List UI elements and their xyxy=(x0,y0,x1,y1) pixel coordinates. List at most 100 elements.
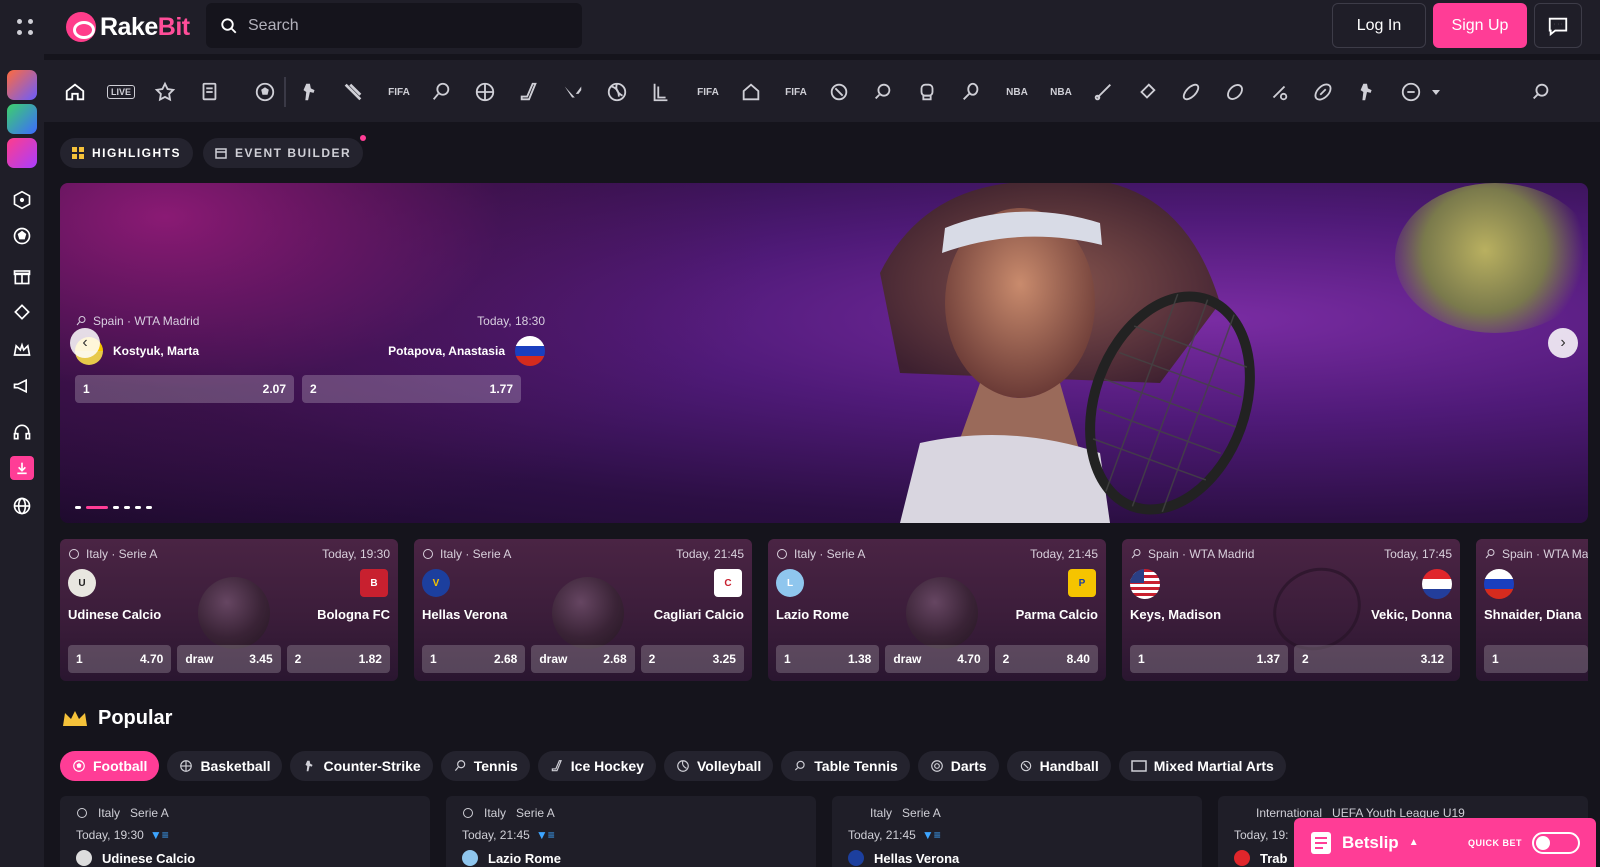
football-icon[interactable] xyxy=(252,79,278,105)
hero-away-team[interactable]: Potapova, Anastasia xyxy=(388,336,545,366)
apps-menu-icon[interactable] xyxy=(14,16,36,38)
live-icon[interactable]: LIVE xyxy=(106,79,136,105)
signup-button[interactable]: Sign Up xyxy=(1433,3,1527,48)
aussie-rules-icon[interactable] xyxy=(1222,79,1248,105)
quick-bet-toggle[interactable] xyxy=(1532,831,1580,854)
event-card[interactable]: Spain · WTA Madrid Today, 17:45 Keys, Ma… xyxy=(1122,539,1460,681)
search-input[interactable] xyxy=(248,16,548,35)
table-tennis-icon[interactable] xyxy=(870,79,896,105)
counter-strike-icon[interactable] xyxy=(296,79,322,105)
globe-icon[interactable] xyxy=(10,494,34,518)
carousel-dot[interactable] xyxy=(75,506,81,509)
carousel-dot[interactable] xyxy=(124,506,130,509)
cricket-icon[interactable] xyxy=(1090,79,1116,105)
brand-logo[interactable]: RakeBit xyxy=(66,10,190,44)
match-card[interactable]: Italy Serie A Today, 21:45 ▼≡ Lazio Rome xyxy=(446,796,816,867)
chevron-down-icon[interactable] xyxy=(1430,79,1442,105)
nba-2k-icon[interactable]: NBA xyxy=(1002,79,1032,105)
match-card[interactable]: Italy Serie A Today, 19:30 ▼≡ Udinese Calc… xyxy=(60,796,430,867)
badminton-icon[interactable] xyxy=(1134,79,1160,105)
esports-house-icon[interactable] xyxy=(738,79,764,105)
brand-name: RakeBit xyxy=(100,12,190,41)
carousel-dot[interactable] xyxy=(113,506,119,509)
ice-hockey-icon[interactable] xyxy=(516,79,542,105)
esports-shooter-icon[interactable] xyxy=(1354,79,1380,105)
ticket-icon[interactable] xyxy=(10,300,34,324)
chip-tennis[interactable]: Tennis xyxy=(440,751,530,781)
crown-icon[interactable] xyxy=(10,338,34,362)
esports-tennis-icon[interactable] xyxy=(958,79,984,105)
download-icon[interactable] xyxy=(10,456,34,480)
odd-button[interactable]: 1 1.38 xyxy=(776,645,880,673)
more-sports-icon[interactable] xyxy=(1398,79,1424,105)
chip-table-tennis[interactable]: Table Tennis xyxy=(781,751,910,781)
chip-volleyball[interactable]: Volleyball xyxy=(663,751,774,781)
tennis-icon[interactable] xyxy=(428,79,454,105)
volta-fifa-icon[interactable]: FIFA xyxy=(692,79,724,105)
tab-event-builder[interactable]: EVENT BUILDER xyxy=(203,135,367,168)
headset-icon[interactable] xyxy=(10,420,34,444)
event-card[interactable]: Italy · Serie A Today, 21:45 L P Lazio R… xyxy=(768,539,1106,681)
odd-button[interactable]: 2 1.82 xyxy=(286,645,390,673)
sport-search-icon[interactable] xyxy=(1528,79,1554,105)
basketball-icon[interactable] xyxy=(472,79,498,105)
odd-button[interactable]: 2 3.25 xyxy=(640,645,744,673)
hero-banner[interactable]: Spain · WTA Madrid Today, 18:30 Kostyuk,… xyxy=(60,183,1588,523)
chip-darts[interactable]: Darts xyxy=(917,751,999,781)
sports-ball-icon[interactable] xyxy=(10,224,34,248)
event-card[interactable]: Italy · Serie A Today, 19:30 U B Udinese… xyxy=(60,539,398,681)
league-of-legends-icon[interactable] xyxy=(648,79,674,105)
odd-button[interactable]: 1 2.68 xyxy=(422,645,526,673)
odd-button[interactable]: 1 xyxy=(1484,645,1588,673)
odd-button[interactable]: draw 4.70 xyxy=(885,645,989,673)
esports-boxing-icon[interactable] xyxy=(914,79,940,105)
odd-button[interactable]: 2 8.40 xyxy=(994,645,1098,673)
fifa-icon[interactable]: FIFA xyxy=(384,79,414,105)
login-button[interactable]: Log In xyxy=(1332,3,1426,48)
american-football-icon[interactable] xyxy=(1310,79,1336,105)
betslip-bar[interactable]: Betslip ▲ QUICK BET xyxy=(1294,818,1596,867)
home-icon[interactable] xyxy=(62,79,88,105)
esports-slash-icon[interactable] xyxy=(340,79,366,105)
hero-odd-away[interactable]: 2 1.77 xyxy=(302,375,521,403)
chip-counter-strike[interactable]: Counter-Strike xyxy=(290,751,433,781)
esports-rugby-icon[interactable] xyxy=(826,79,852,105)
game-tile-3[interactable] xyxy=(7,138,37,168)
favorites-star-icon[interactable] xyxy=(152,79,178,105)
hero-prev-button[interactable]: ‹ xyxy=(70,328,100,358)
event-card[interactable]: Italy · Serie A Today, 21:45 V C Hellas … xyxy=(414,539,752,681)
hero-odd-home[interactable]: 1 2.07 xyxy=(75,375,294,403)
odd-button[interactable]: draw 3.45 xyxy=(177,645,281,673)
valorant-icon[interactable] xyxy=(560,79,586,105)
nba-2k-plus-icon[interactable]: NBA xyxy=(1046,79,1076,105)
event-card[interactable]: Spain · WTA Ma Shnaider, Diana 1 xyxy=(1476,539,1588,681)
chip-handball[interactable]: Handball xyxy=(1006,751,1111,781)
chip-ice-hockey[interactable]: Ice Hockey xyxy=(537,751,656,781)
odd-button[interactable]: 1 1.37 xyxy=(1130,645,1288,673)
volleyball-icon[interactable] xyxy=(604,79,630,105)
chat-button[interactable] xyxy=(1534,3,1582,48)
gift-icon[interactable] xyxy=(10,264,34,288)
odd-button[interactable]: 1 4.70 xyxy=(68,645,172,673)
search-box[interactable] xyxy=(206,3,582,48)
game-tile-1[interactable] xyxy=(7,70,37,100)
esports-cricket-icon[interactable] xyxy=(1266,79,1292,105)
match-card[interactable]: Italy Serie A Today, 21:45 ▼≡ Hellas Veron… xyxy=(832,796,1202,867)
rugby-icon[interactable] xyxy=(1178,79,1204,105)
odd-button[interactable]: draw 2.68 xyxy=(531,645,635,673)
hero-next-button[interactable]: › xyxy=(1548,328,1578,358)
megaphone-icon[interactable] xyxy=(10,374,34,398)
odd-button[interactable]: 2 3.12 xyxy=(1294,645,1452,673)
chip-football[interactable]: Football xyxy=(60,751,160,781)
casino-dice-icon[interactable] xyxy=(10,188,34,212)
chip-mma[interactable]: Mixed Martial Arts xyxy=(1118,751,1286,781)
betslip-history-icon[interactable] xyxy=(196,79,222,105)
chevron-up-icon[interactable]: ▲ xyxy=(1409,837,1419,848)
carousel-dot-active[interactable] xyxy=(86,506,108,509)
penalty-fifa-icon[interactable]: FIFA xyxy=(780,79,812,105)
tab-highlights[interactable]: HIGHLIGHTS xyxy=(60,138,193,168)
chip-basketball[interactable]: Basketball xyxy=(167,751,283,781)
carousel-dot[interactable] xyxy=(146,506,152,509)
carousel-dot[interactable] xyxy=(135,506,141,509)
game-tile-2[interactable] xyxy=(7,104,37,134)
